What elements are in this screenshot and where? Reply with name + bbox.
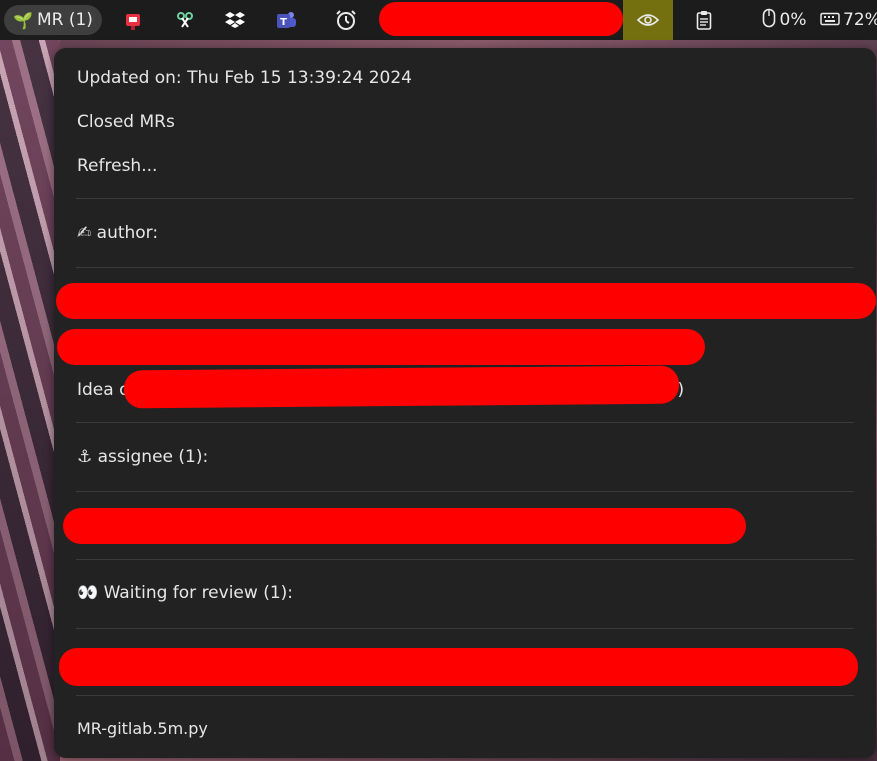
keyboard-icon: [820, 11, 840, 30]
author-mr-item-redacted[interactable]: [57, 329, 705, 365]
mouse-icon: [762, 8, 776, 32]
desktop-wallpaper: [0, 40, 60, 761]
mouse-battery-label: 0%: [779, 10, 807, 30]
keyboard-battery[interactable]: 72%: [820, 0, 877, 40]
redaction-overlay: [123, 365, 680, 409]
dropbox-icon[interactable]: [224, 0, 246, 40]
scissors-icon[interactable]: [174, 0, 196, 40]
mr-indicator-label: MR (1): [36, 10, 93, 30]
mouse-battery[interactable]: 0%: [758, 0, 810, 40]
separator: [76, 559, 854, 560]
clipboard-icon[interactable]: [693, 0, 715, 40]
mailbox-icon[interactable]: [122, 0, 144, 40]
sprout-icon: 🌱: [13, 10, 33, 30]
mr-indicator[interactable]: 🌱 MR (1): [4, 5, 102, 35]
separator: [76, 422, 854, 423]
review-mr-item-redacted[interactable]: [59, 648, 858, 686]
author-mr-item-redacted[interactable]: [56, 283, 876, 319]
separator: [76, 695, 854, 696]
redacted-indicator: [379, 2, 623, 36]
eye-icon[interactable]: [623, 0, 673, 40]
updated-on-item[interactable]: Updated on: Thu Feb 15 13:39:24 2024: [77, 68, 412, 88]
separator: [76, 491, 854, 492]
plugin-footer[interactable]: MR-gitlab.5m.py: [77, 719, 208, 738]
separator: [76, 628, 854, 629]
teams-icon[interactable]: T: [274, 0, 298, 40]
top-panel: 🌱 MR (1) T 0% 72%: [0, 0, 877, 40]
separator: [76, 267, 854, 268]
refresh-item[interactable]: Refresh...: [77, 156, 157, 176]
assignee-header[interactable]: ⚓ assignee (1):: [77, 447, 208, 467]
separator: [76, 198, 854, 199]
svg-text:T: T: [280, 17, 287, 28]
alarm-clock-icon[interactable]: [334, 0, 358, 40]
author-header[interactable]: ✍ author:: [77, 223, 158, 243]
mr-title-prefix: Idea o: [77, 380, 130, 400]
closed-mrs-item[interactable]: Closed MRs: [77, 112, 175, 132]
review-header[interactable]: 👀 Waiting for review (1):: [77, 583, 293, 603]
mr-dropdown-menu: Updated on: Thu Feb 15 13:39:24 2024 Clo…: [54, 48, 876, 758]
assignee-mr-item-redacted[interactable]: [63, 508, 746, 544]
keyboard-battery-label: 72%: [843, 10, 877, 30]
